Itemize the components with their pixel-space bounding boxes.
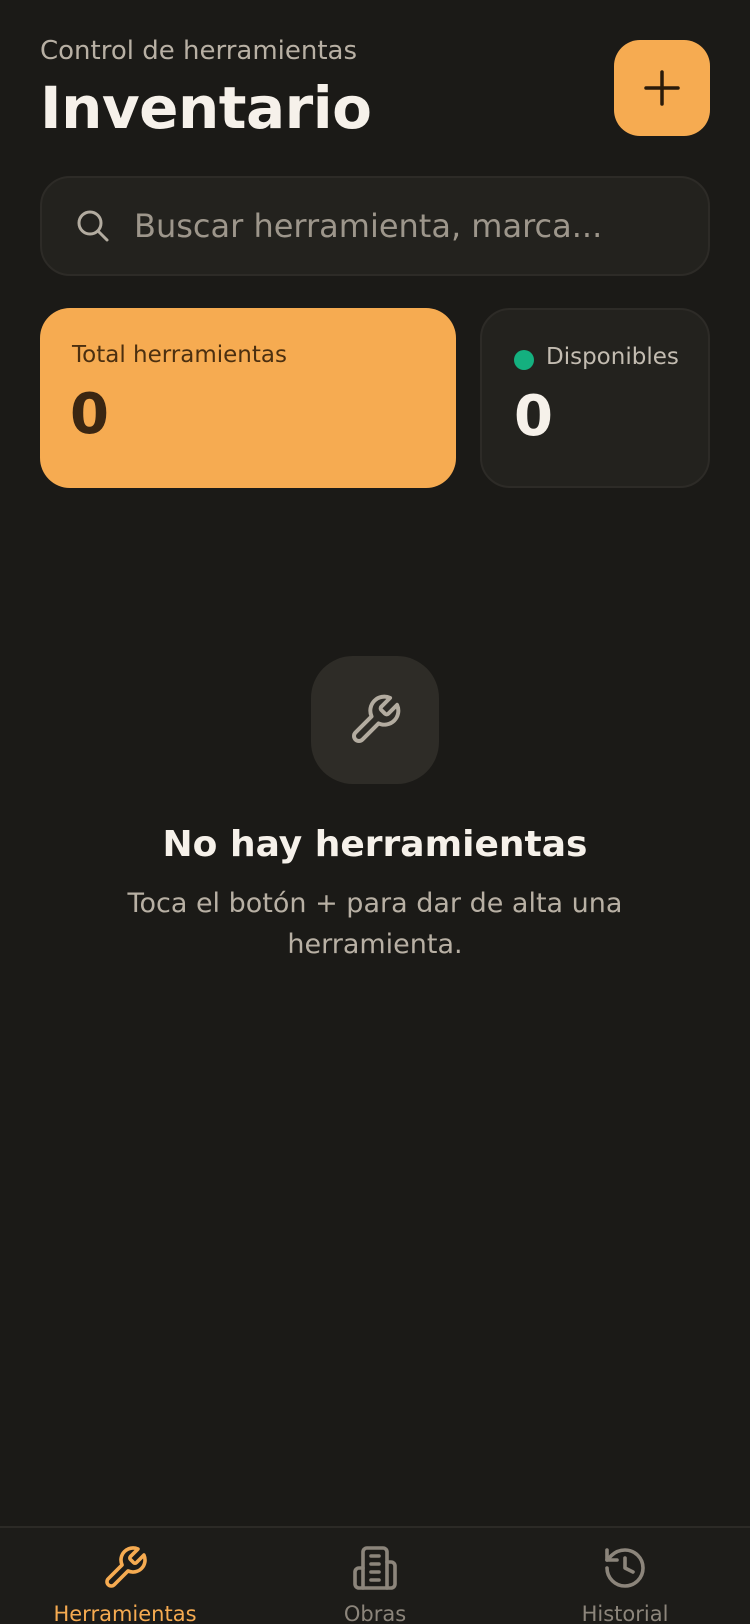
empty-state-title: No hay herramientas — [162, 824, 588, 865]
total-tools-label: Total herramientas — [72, 342, 287, 368]
page-subtitle: Control de herramientas — [40, 36, 358, 66]
search-icon — [74, 207, 112, 245]
tab-obras-label: Obras — [343, 1602, 407, 1624]
available-tools-value: 0 — [514, 384, 553, 449]
tab-historial[interactable]: Historial — [500, 1542, 750, 1624]
header: Control de herramientas Inventario — [40, 34, 710, 142]
empty-state-icon-container — [311, 656, 439, 784]
total-tools-value: 0 — [70, 382, 109, 447]
history-icon — [500, 1542, 750, 1594]
page-title: Inventario — [40, 74, 372, 142]
tab-obras[interactable]: Obras — [250, 1542, 500, 1624]
empty-state: No hay herramientas Toca el botón + para… — [0, 656, 750, 965]
available-tools-card: Disponibles 0 — [480, 308, 710, 488]
tab-herramientas-label: Herramientas — [53, 1602, 197, 1624]
bottom-tab-bar: Herramientas Obras Historial — [0, 1526, 750, 1624]
building-icon — [250, 1542, 500, 1594]
tab-historial-label: Historial — [581, 1602, 669, 1624]
tab-herramientas[interactable]: Herramientas — [0, 1542, 250, 1624]
wrench-icon — [0, 1542, 250, 1594]
empty-state-text: Toca el botón + para dar de alta una her… — [127, 888, 623, 960]
total-tools-card: Total herramientas 0 — [40, 308, 456, 488]
plus-icon — [644, 70, 680, 106]
available-status-dot — [514, 350, 534, 370]
available-tools-label: Disponibles — [546, 344, 679, 370]
add-tool-button[interactable] — [614, 40, 710, 136]
wrench-icon — [352, 694, 401, 743]
app-screen: Control de herramientas Inventario Total… — [0, 0, 750, 1624]
search-input[interactable] — [134, 196, 708, 256]
search-bar[interactable] — [40, 176, 710, 276]
